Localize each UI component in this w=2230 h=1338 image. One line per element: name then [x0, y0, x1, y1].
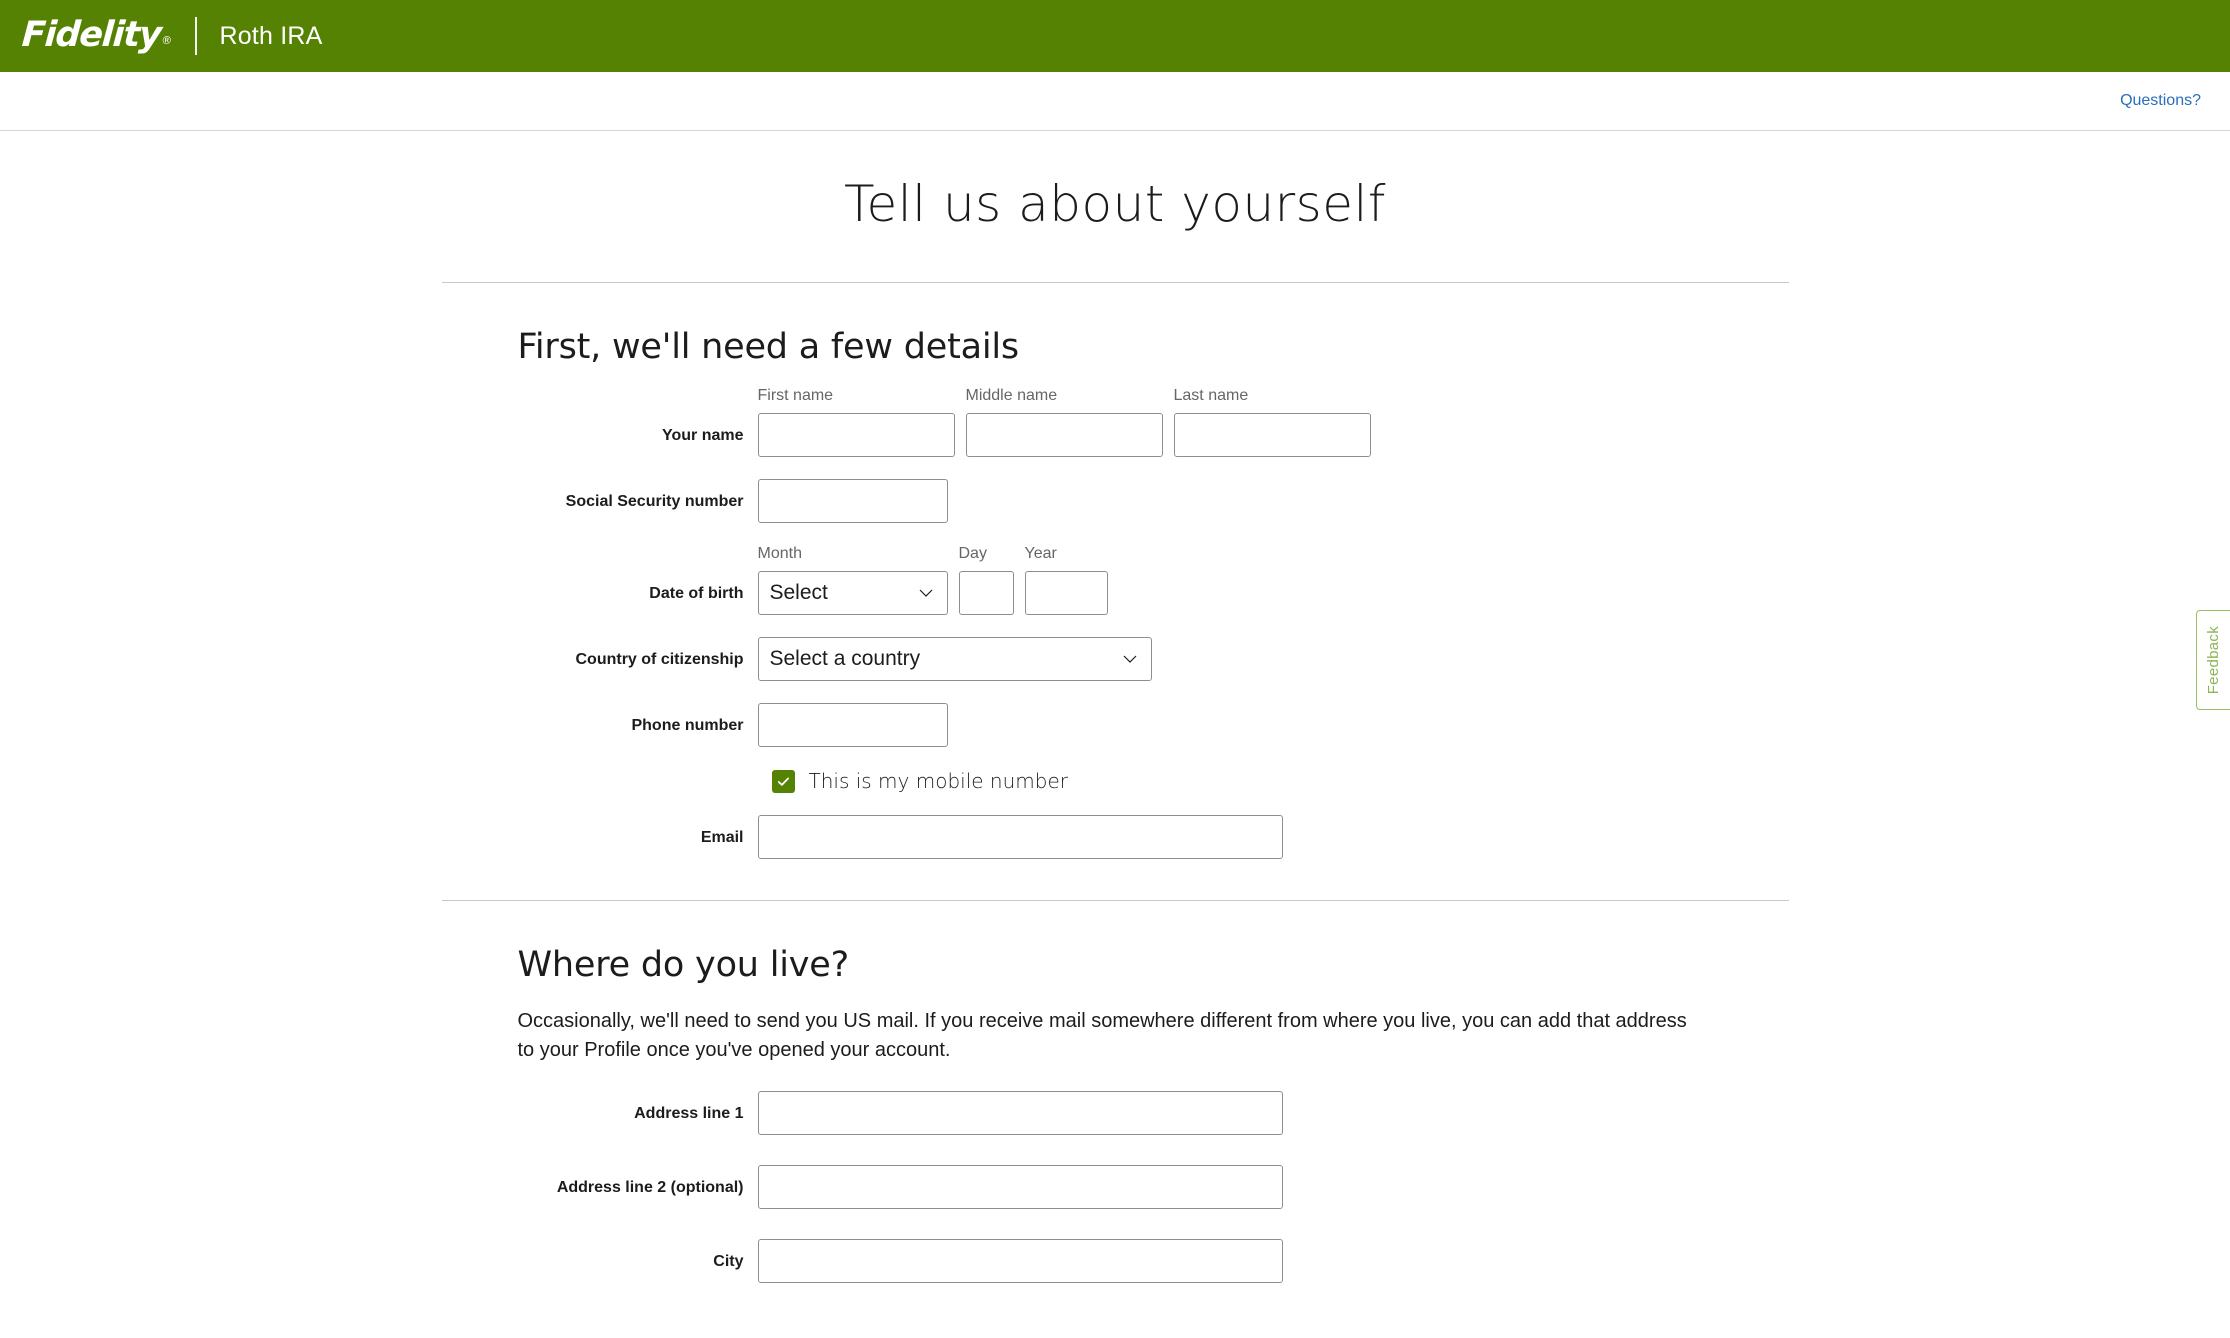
section-address-intro: Occasionally, we'll need to send you US … — [517, 1010, 1687, 1061]
fidelity-logo[interactable]: Fidelity® — [20, 14, 173, 55]
label-ssn: Social Security number — [565, 492, 744, 510]
middle-name-input[interactable] — [965, 413, 1163, 457]
label-citizenship: Country of citizenship — [575, 650, 744, 668]
form-row-address-line-2: Address line 2 (optional) — [518, 1165, 1789, 1209]
field-group-birth-year: Year — [1024, 545, 1108, 615]
label-city: City — [713, 1252, 744, 1270]
label-date-of-birth: Date of birth — [649, 584, 744, 602]
personal-details-form: Your name First name Middle name Last na… — [518, 387, 1789, 859]
mobile-number-checkbox-row[interactable]: This is my mobile number — [771, 769, 1789, 793]
caption-middle-name: Middle name — [965, 387, 1058, 404]
section-details-heading: First, we'll need a few details — [517, 327, 1020, 367]
chevron-down-icon — [918, 585, 934, 601]
birth-day-input[interactable] — [958, 571, 1014, 615]
last-name-input[interactable] — [1173, 413, 1371, 457]
caption-month: Month — [757, 545, 802, 562]
caption-day: Day — [958, 545, 987, 562]
mobile-number-checkbox-label: This is my mobile number — [808, 769, 1068, 793]
feedback-tab[interactable]: Feedback — [2196, 610, 2230, 710]
address-line-2-input[interactable] — [757, 1165, 1283, 1209]
page-title: Tell us about yourself — [843, 175, 1386, 233]
chevron-down-icon — [1122, 651, 1138, 667]
ssn-input[interactable] — [757, 479, 948, 523]
form-row-citizenship: Country of citizenship Select a country — [518, 637, 1789, 681]
form-row-email: Email — [518, 815, 1789, 859]
registered-mark-icon: ® — [160, 33, 172, 47]
address-line-1-input[interactable] — [757, 1091, 1283, 1135]
section-address-heading: Where do you live? — [517, 945, 850, 985]
fidelity-logo-text: Fidelity — [20, 14, 163, 55]
field-group-middle-name: Middle name — [965, 387, 1163, 457]
form-row-date-of-birth: Date of birth Month Select Day Year — [518, 545, 1789, 615]
citizenship-value: Select a country — [769, 647, 921, 670]
phone-input[interactable] — [757, 703, 948, 747]
address-form: Address line 1 Address line 2 (optional)… — [518, 1091, 1789, 1283]
email-input[interactable] — [757, 815, 1283, 859]
caption-year: Year — [1024, 545, 1057, 562]
label-address-line-1: Address line 1 — [634, 1104, 744, 1122]
form-row-ssn: Social Security number — [518, 479, 1789, 523]
section-divider-top — [441, 282, 1789, 283]
first-name-input[interactable] — [757, 413, 955, 457]
city-input[interactable] — [757, 1239, 1283, 1283]
birth-month-select[interactable]: Select — [757, 571, 948, 615]
birth-year-input[interactable] — [1024, 571, 1108, 615]
page-content: Tell us about yourself First, we'll need… — [0, 131, 2230, 1283]
field-group-birth-month: Month Select — [757, 545, 948, 615]
label-address-line-2: Address line 2 (optional) — [556, 1178, 744, 1196]
feedback-tab-label: Feedback — [2205, 625, 2222, 695]
mobile-number-checkbox[interactable] — [771, 769, 795, 793]
birth-month-value: Select — [769, 581, 828, 604]
citizenship-select[interactable]: Select a country — [757, 637, 1152, 681]
field-group-last-name: Last name — [1173, 387, 1371, 457]
questions-link[interactable]: Questions? — [2120, 92, 2201, 110]
header-divider — [195, 17, 198, 55]
section-personal-details: First, we'll need a few details Your nam… — [442, 327, 1789, 859]
form-row-address-line-1: Address line 1 — [518, 1091, 1789, 1135]
check-icon — [777, 777, 789, 786]
field-group-first-name: First name — [757, 387, 955, 457]
brand-header: Fidelity® Roth IRA — [0, 0, 2230, 72]
label-email: Email — [700, 828, 744, 846]
form-row-city: City — [518, 1239, 1789, 1283]
caption-last-name: Last name — [1173, 387, 1249, 404]
product-name: Roth IRA — [219, 21, 323, 50]
section-address: Where do you live? Occasionally, we'll n… — [442, 945, 1789, 1283]
caption-first-name: First name — [757, 387, 834, 404]
section-divider-middle — [441, 900, 1789, 901]
form-row-your-name: Your name First name Middle name Last na… — [518, 387, 1789, 457]
label-phone: Phone number — [631, 716, 744, 734]
form-row-phone: Phone number — [518, 703, 1789, 747]
utility-bar: Questions? — [0, 72, 2230, 131]
field-group-birth-day: Day — [958, 545, 1014, 615]
label-your-name: Your name — [662, 426, 744, 444]
